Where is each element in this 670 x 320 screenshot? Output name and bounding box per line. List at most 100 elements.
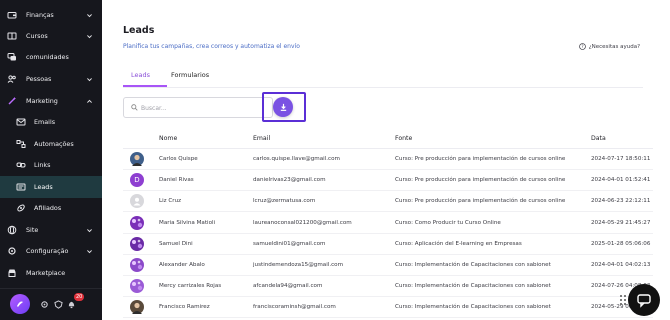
chevron-down-icon[interactable] — [86, 227, 93, 234]
sidebar-item-links[interactable]: Links — [0, 154, 102, 176]
download-icon — [280, 103, 286, 111]
gear-icon — [7, 246, 17, 256]
column-header-email: Email — [253, 135, 271, 142]
active-tab-indicator — [123, 85, 167, 87]
wallet-icon — [7, 10, 17, 20]
sidebar-item-label: Emails — [34, 118, 56, 126]
lead-name: Liz Cruz — [159, 198, 182, 205]
table-header: Nome Email Fonte Data — [123, 129, 653, 149]
sidebar-item-automa-es[interactable]: Automações — [0, 133, 102, 155]
mail-icon — [16, 117, 26, 127]
table-row[interactable]: Francisco Ramirez franciscoraminsh@gmail.… — [123, 297, 653, 319]
automation-icon — [16, 139, 26, 149]
lead-name: Alexander Abalo — [159, 262, 205, 268]
lead-email[interactable]: laureanoconsal021200@gmail.com — [253, 220, 352, 226]
sidebar-item-configura-o[interactable]: Configuração — [0, 240, 102, 262]
sidebar-item-label: Pessoas — [26, 75, 52, 83]
lead-source: Curso: Pre producción para implementació… — [395, 198, 566, 205]
help-label: ¿Necesitas ayuda? — [588, 43, 640, 50]
chevron-down-icon[interactable] — [86, 33, 93, 40]
notification-badge: 20 — [74, 293, 85, 301]
lead-email[interactable]: danielrivas23@gmail.com — [253, 177, 326, 183]
store-icon — [7, 268, 17, 278]
lead-email[interactable]: afcandela94@gmail.com — [253, 283, 322, 289]
tab-leads[interactable]: Leads — [131, 71, 150, 79]
sidebar-item-marketplace[interactable]: Marketplace — [0, 262, 102, 284]
sidebar-item-afiliados[interactable]: Afiliados — [0, 197, 102, 219]
lead-email[interactable]: samueldini01@gmail.com — [253, 241, 326, 247]
sidebar-item-label: Leads — [34, 183, 53, 191]
lead-name: Francisco Ramirez — [159, 304, 210, 311]
question-icon: ? — [578, 43, 586, 50]
help-link[interactable]: ? ¿Necesitas ayuda? — [578, 43, 640, 50]
people-icon — [7, 74, 17, 84]
lead-avatar — [130, 236, 144, 251]
sidebar-item-label: Automações — [34, 140, 74, 148]
sidebar-item-cursos[interactable]: Cursos — [0, 25, 102, 47]
lead-source: Curso: Implementación de Capacitaciones … — [395, 304, 551, 311]
tab-formularios[interactable]: Formularios — [171, 71, 209, 79]
affiliate-icon — [16, 203, 26, 213]
sidebar-item-site[interactable]: Site — [0, 219, 102, 241]
sidebar-item-label: Cursos — [26, 32, 48, 40]
lead-source: Curso: Pre producción para implementació… — [395, 156, 566, 162]
lead-email[interactable]: carlos.quispe.llave@gmail.com — [253, 156, 340, 162]
globe-icon — [7, 225, 17, 235]
sidebar-item-leads[interactable]: Leads — [0, 176, 102, 198]
lead-date: 2025-01-28 05:06:06 — [591, 240, 651, 247]
gear-icon[interactable] — [40, 300, 49, 309]
lead-avatar — [130, 279, 144, 294]
drag-handle-icon[interactable] — [619, 294, 627, 306]
lead-email[interactable]: lcruz@zermatusa.com — [253, 198, 315, 204]
sidebar-item-label: Afiliados — [34, 204, 62, 212]
column-header-source: Fonte — [395, 135, 413, 142]
main-content: Leads Planifica tus campañas, crea corre… — [102, 0, 670, 320]
bell-icon[interactable] — [67, 300, 76, 309]
chat-icon — [637, 294, 651, 308]
sidebar-item-label: Marketing — [26, 97, 58, 105]
leads-icon — [16, 182, 26, 192]
table-row[interactable]: Alexander Abalo justindemendoza15@gmail.c… — [123, 255, 653, 276]
column-header-name: Nome — [159, 135, 178, 142]
download-button[interactable] — [273, 97, 293, 117]
sidebar-item-label: comunidades — [26, 53, 69, 61]
sidebar-item-comunidades[interactable]: comunidades — [0, 46, 102, 68]
lead-source: Curso: Pre producción para implementació… — [395, 177, 566, 184]
search-input[interactable] — [141, 102, 261, 114]
table-row[interactable]: Carlos Quispe carlos.quispe.llave@gmail.c… — [123, 149, 653, 170]
sidebar-item-label: Links — [34, 161, 51, 169]
shield-icon[interactable] — [54, 300, 63, 309]
page-subtitle: Planifica tus campañas, crea correos y a… — [123, 43, 300, 50]
table-row[interactable]: Mercy carrizales Rojas afcandela94@gmail.… — [123, 276, 653, 298]
lead-date: 2024-05-29 21:45:27 — [591, 219, 651, 226]
table-row[interactable]: Samuel Dini samueldini01@gmail.com Curso: … — [123, 234, 653, 255]
lead-avatar: D — [130, 173, 144, 188]
sidebar-item-emails[interactable]: Emails — [0, 111, 102, 133]
sidebar-item-finan-as[interactable]: Finanças — [0, 4, 102, 26]
chat-support-button[interactable] — [628, 284, 660, 316]
sidebar-item-label: Finanças — [26, 11, 54, 19]
sidebar: Finanças Cursos comunidades Pessoas Marketin… — [0, 0, 102, 320]
table-row[interactable]: Maria Silvina Matioli laureanoconsal02120… — [123, 213, 653, 234]
chevron-down-icon[interactable] — [86, 248, 93, 255]
lead-name: Maria Silvina Matioli — [159, 219, 216, 226]
user-avatar[interactable] — [10, 294, 30, 314]
table-row[interactable]: D Daniel Rivas danielrivas23@gmail.com Curs… — [123, 170, 653, 192]
lead-name: Daniel Rivas — [159, 177, 194, 184]
lead-email[interactable]: franciscoraminsh@gmail.com — [253, 304, 336, 310]
sidebar-item-pessoas[interactable]: Pessoas — [0, 68, 102, 90]
chevron-up-icon[interactable] — [86, 98, 93, 105]
lead-avatar — [130, 152, 144, 166]
lead-name: Carlos Quispe — [159, 156, 198, 162]
lead-date: 2024-06-23 22:12:11 — [591, 198, 651, 205]
search-box — [123, 97, 273, 118]
lead-source: Curso: Implementación de Capacitaciones … — [395, 283, 551, 290]
lead-name: Mercy carrizales Rojas — [159, 283, 222, 290]
lead-date: 2024-04-01 01:52:41 — [591, 177, 651, 184]
chevron-down-icon[interactable] — [86, 12, 93, 19]
lead-email[interactable]: justindemendoza15@gmail.com — [253, 262, 343, 268]
chevron-down-icon[interactable] — [86, 76, 93, 83]
sidebar-item-marketing[interactable]: Marketing — [0, 90, 102, 112]
table-row[interactable]: Liz Cruz lcruz@zermatusa.com Curso: Pre pr… — [123, 191, 653, 213]
lead-date: 2024-04-01 04:02:13 — [591, 262, 651, 268]
